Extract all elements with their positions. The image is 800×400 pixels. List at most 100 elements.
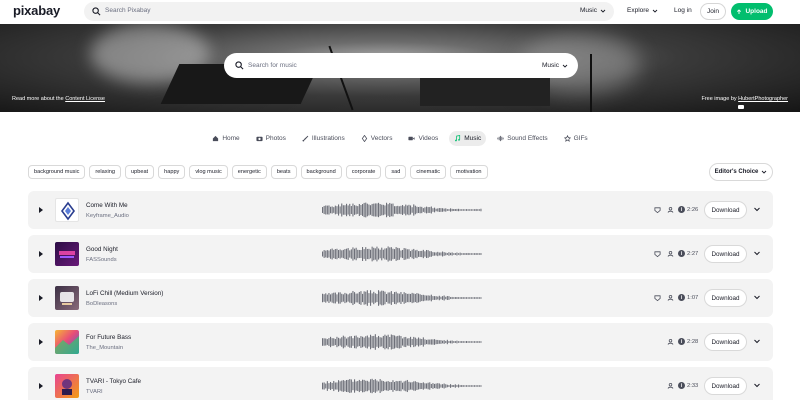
track-title[interactable]: For Future Bass bbox=[86, 334, 131, 341]
track-artwork bbox=[59, 251, 75, 258]
login-link[interactable]: Log in bbox=[674, 7, 692, 14]
tab-gifs[interactable]: GIFs bbox=[559, 131, 593, 146]
waveform-bar bbox=[458, 341, 460, 343]
waveform-bar bbox=[469, 209, 471, 211]
chevron-down-icon[interactable] bbox=[753, 293, 761, 301]
credit-author-link[interactable]: HubertPhotographer bbox=[738, 96, 788, 102]
track-title[interactable]: Good Night bbox=[86, 246, 118, 253]
tag-chip[interactable]: cinematic bbox=[410, 165, 447, 179]
waveform-bar bbox=[358, 291, 360, 305]
track-thumbnail bbox=[55, 330, 79, 354]
track-artist[interactable]: TVARI bbox=[86, 389, 103, 395]
content-license-link[interactable]: Content License bbox=[65, 96, 105, 102]
tag-chip[interactable]: beats bbox=[270, 165, 297, 179]
explore-menu[interactable]: Explore bbox=[627, 7, 658, 14]
track-artist[interactable]: BoDleasons bbox=[86, 301, 117, 307]
chevron-down-icon[interactable] bbox=[753, 381, 761, 389]
waveform-bar bbox=[366, 290, 368, 306]
waveform-bar bbox=[410, 382, 412, 390]
join-button[interactable]: Join bbox=[700, 3, 726, 20]
waveform-bar bbox=[355, 335, 357, 349]
tab-music[interactable]: Music bbox=[449, 130, 487, 146]
track-title[interactable]: Come With Me bbox=[86, 202, 128, 209]
waveform-bar bbox=[352, 247, 354, 261]
play-icon[interactable] bbox=[39, 295, 43, 301]
waveform-bar bbox=[381, 380, 383, 392]
waveform-bar bbox=[326, 294, 328, 302]
download-button[interactable]: Download bbox=[704, 289, 747, 307]
waveform-bar bbox=[371, 293, 373, 303]
tag-chip[interactable]: background music bbox=[28, 165, 86, 179]
chevron-down-icon[interactable] bbox=[753, 337, 761, 345]
play-icon[interactable] bbox=[39, 251, 43, 257]
track-title[interactable]: TVARI - Tokyo Cafe bbox=[86, 378, 141, 385]
download-button[interactable]: Download bbox=[704, 201, 747, 219]
waveform-bar bbox=[363, 202, 365, 218]
chevron-down-icon[interactable] bbox=[753, 249, 761, 257]
tab-home[interactable]: Home bbox=[207, 131, 244, 146]
hero-search-input[interactable]: Search for music bbox=[248, 62, 297, 69]
waveform-bar bbox=[346, 248, 348, 260]
tag-chip[interactable]: sad bbox=[385, 165, 407, 179]
tab-videos[interactable]: Videos bbox=[403, 131, 443, 146]
chevron-down-icon bbox=[600, 9, 606, 13]
waveform-bar bbox=[458, 208, 460, 212]
upload-label: Upload bbox=[745, 8, 768, 15]
waveform-bar bbox=[474, 209, 476, 211]
tab-photos[interactable]: Photos bbox=[251, 131, 291, 146]
header-search-bar[interactable]: Search Pixabay Music bbox=[84, 2, 614, 21]
waveform-bar bbox=[395, 336, 397, 348]
track-artist[interactable]: FASSounds bbox=[86, 257, 117, 263]
hero-search-bar[interactable]: Search for music Music bbox=[224, 53, 578, 78]
waveform-bar bbox=[459, 209, 461, 211]
tab-label: Photos bbox=[265, 134, 286, 142]
tab-illustrations[interactable]: Illustrations bbox=[297, 131, 350, 146]
waveform-bar bbox=[480, 385, 482, 387]
waveform-bar bbox=[408, 381, 410, 391]
pixabay-logo[interactable]: pixabay bbox=[13, 3, 60, 18]
tag-chip[interactable]: corporate bbox=[345, 165, 382, 179]
play-icon[interactable] bbox=[39, 383, 43, 389]
waveform[interactable] bbox=[322, 200, 482, 220]
play-icon[interactable] bbox=[39, 339, 43, 345]
waveform[interactable] bbox=[322, 244, 482, 264]
tab-vectors[interactable]: Vectors bbox=[356, 131, 398, 146]
download-button[interactable]: Download bbox=[704, 377, 747, 395]
track-row[interactable]: Good Night FASSounds i 2:27 Download bbox=[28, 235, 773, 273]
tag-chip[interactable]: energetic bbox=[231, 165, 267, 179]
tag-chip[interactable]: background bbox=[300, 165, 342, 179]
waveform[interactable] bbox=[322, 376, 482, 396]
waveform-bar bbox=[378, 381, 380, 391]
track-row[interactable]: Come With Me Keyframe_Audio i 2:26 Downl… bbox=[28, 191, 773, 229]
hero-search-type-dropdown[interactable]: Music bbox=[542, 62, 568, 69]
chevron-down-icon[interactable] bbox=[753, 205, 761, 213]
download-button[interactable]: Download bbox=[704, 333, 747, 351]
waveform-bar bbox=[368, 204, 370, 216]
waveform-bar bbox=[395, 291, 397, 305]
track-artist[interactable]: Keyframe_Audio bbox=[86, 213, 129, 219]
play-icon[interactable] bbox=[39, 207, 43, 213]
track-thumbnail bbox=[55, 242, 79, 266]
waveform[interactable] bbox=[322, 332, 482, 352]
track-row[interactable]: For Future Bass The_Mountain i 2:28 Down… bbox=[28, 323, 773, 361]
tag-chip[interactable]: motivation bbox=[450, 165, 488, 179]
waveform-bar bbox=[323, 382, 325, 390]
tab-sound-effects[interactable]: Sound Effects bbox=[492, 131, 552, 146]
track-row[interactable]: TVARI - Tokyo Cafe TVARI i 2:33 Download bbox=[28, 367, 773, 400]
header-search-input[interactable]: Search Pixabay bbox=[105, 7, 151, 14]
waveform-bar bbox=[464, 341, 466, 343]
track-row[interactable]: LoFi Chill (Medium Version) BoDleasons i… bbox=[28, 279, 773, 317]
tag-chip[interactable]: upbeat bbox=[125, 165, 155, 179]
track-artist[interactable]: The_Mountain bbox=[86, 345, 123, 351]
tag-chip[interactable]: happy bbox=[158, 165, 186, 179]
header-search-type-dropdown[interactable]: Music bbox=[580, 7, 606, 14]
track-title[interactable]: LoFi Chill (Medium Version) bbox=[86, 290, 163, 297]
download-button[interactable]: Download bbox=[704, 245, 747, 263]
waveform[interactable] bbox=[322, 288, 482, 308]
waveform-bar bbox=[350, 336, 352, 348]
tag-chip[interactable]: relaxing bbox=[89, 165, 121, 179]
upload-button[interactable]: Upload bbox=[731, 3, 773, 20]
tag-chip[interactable]: vlog music bbox=[189, 165, 228, 179]
sort-dropdown[interactable]: Editor's Choice bbox=[709, 163, 773, 181]
waveform-bar bbox=[450, 252, 452, 256]
